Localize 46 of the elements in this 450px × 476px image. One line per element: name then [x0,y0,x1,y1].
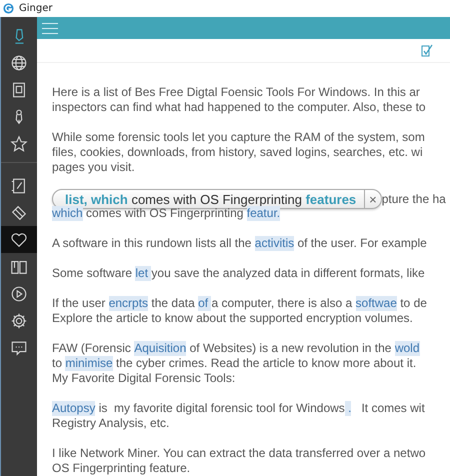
body-text: the cyber crimes. Read the article to know more about it. [115,356,416,371]
body-text: OS Fingerprinting feature. [52,461,190,476]
suggestion-text: list, which [65,192,128,206]
suggestion-popup[interactable]: list, which comes with OS Fingerprinting features × [52,189,382,209]
flagged-word[interactable]: activitis [254,236,294,251]
flagged-word[interactable]: encrpts [108,296,148,311]
body-text: Registry Analysis, etc. [52,416,170,431]
body-text: you save the analyzed data in different formats, like [151,266,425,281]
flagged-word[interactable]: featur. [246,206,280,221]
body-text: Some software [52,266,134,281]
check-document-icon[interactable] [420,44,434,58]
body-text: pages you visit. [52,160,135,175]
suggestion-text: features [306,192,356,206]
body-text: Explore the article to know about the supported encryption volumes. [52,311,413,326]
flagged-word[interactable]: . [344,401,352,416]
close-button[interactable]: × [364,190,381,208]
flagged-word[interactable]: of [198,296,212,311]
flagged-word[interactable]: Aquisition [134,341,186,356]
suggestion-text: comes with OS Fingerprinting [130,192,303,206]
body-text: of the user. For example [296,236,427,251]
body-text: files, cookies, downloads, from history, saved logins, searches, etc. wi [52,145,423,160]
flagged-word[interactable]: Autopsy [52,401,96,416]
body-text: It comes wit [360,401,425,416]
body-text: inspectors can find what had happened to the computer. Also, these to [52,100,426,115]
body-text: is my favorite digital forensic tool for Windows [98,401,345,416]
body-text: to de [399,296,427,311]
flagged-word[interactable]: softwae [356,296,397,311]
body-text: comes with OS Fingerprinting [85,206,244,221]
body-text: the data [150,296,196,311]
window-title: Ginger [19,3,52,14]
flagged-word[interactable]: which [52,206,83,221]
flagged-word[interactable]: wold [394,341,420,356]
body-text: of Websites) is a new revolution in the [188,341,392,356]
body-text: A software in this rundown lists all the [52,236,252,251]
body-text: FAW (Forensic [52,341,132,356]
body-text: I like Network Miner. You can extract the data transferred over a netwo [52,446,426,461]
body-text: pture the ha [382,192,446,206]
body-text: to [52,356,64,371]
flagged-word[interactable]: let [135,266,152,281]
body-text: While some forensic tools let you capture the RAM of the system, som [52,130,425,145]
body-text: a computer, there is also a [211,296,354,311]
app-logo-icon [3,3,14,14]
body-text: Here is a list of Bes Free Digtal Foensic Tools For Windows. In this ar [52,85,420,100]
flagged-word[interactable]: minimise [65,356,113,371]
body-text: If the user [52,296,106,311]
body-text: My Favorite Digital Forensic Tools: [52,371,236,386]
